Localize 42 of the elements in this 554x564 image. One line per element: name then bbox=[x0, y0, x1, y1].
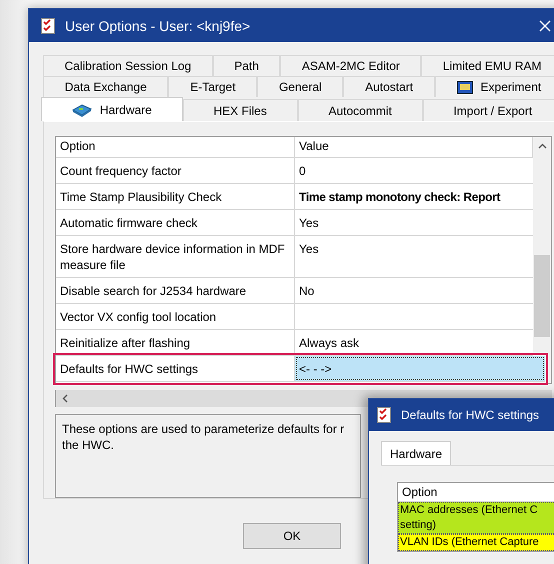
window-title: User Options - User: <knj9fe> bbox=[65, 18, 252, 34]
dialog-title: Defaults for HWC settings bbox=[401, 408, 540, 422]
tab[interactable]: General bbox=[257, 76, 344, 97]
value-cell[interactable]: Yes bbox=[295, 210, 533, 235]
tab[interactable]: ASAM-2MC Editor bbox=[280, 55, 422, 76]
vertical-scrollbar[interactable] bbox=[533, 137, 551, 383]
value-cell[interactable]: Always ask bbox=[295, 330, 533, 355]
option-cell[interactable]: Store hardware device information in MDF measure file bbox=[56, 236, 295, 277]
tab[interactable]: HEX Files bbox=[182, 99, 298, 121]
tab[interactable]: Hardware bbox=[41, 97, 183, 121]
scroll-left-icon[interactable] bbox=[62, 394, 68, 403]
option-cell[interactable]: Vector VX config tool location bbox=[56, 304, 295, 329]
monitor-icon bbox=[456, 80, 473, 94]
tab[interactable]: Import / Export bbox=[422, 99, 554, 121]
description-text: These options are used to parameterize defaults for r the HWC. bbox=[55, 414, 361, 498]
checklist-icon bbox=[41, 18, 55, 34]
tab[interactable]: Path bbox=[212, 55, 280, 76]
option-cell[interactable]: Reinitialize after flashing bbox=[56, 330, 295, 355]
option-cell[interactable]: MAC addresses (Ethernet C setting) bbox=[398, 502, 554, 534]
ok-button[interactable]: OK bbox=[243, 523, 341, 549]
value-cell[interactable]: Time stamp monotony check: Report bbox=[295, 184, 533, 209]
value-cell[interactable]: Yes bbox=[295, 236, 533, 277]
option-cell[interactable]: Time Stamp Plausibility Check bbox=[56, 184, 295, 209]
tab[interactable]: Calibration Session Log bbox=[43, 55, 213, 76]
option-cell[interactable]: Automatic firmware check bbox=[56, 210, 295, 235]
option-cell[interactable]: VLAN IDs (Ethernet Capture bbox=[398, 534, 554, 551]
close-icon[interactable] bbox=[539, 20, 551, 32]
tab[interactable]: Limited EMU RAM bbox=[421, 55, 554, 76]
value-cell[interactable]: <- - -> bbox=[295, 356, 545, 381]
tab[interactable]: Autostart bbox=[343, 76, 435, 97]
option-cell[interactable]: Count frequency factor bbox=[56, 158, 295, 183]
scroll-up-icon[interactable] bbox=[538, 143, 546, 149]
tab[interactable]: Data Exchange bbox=[43, 76, 168, 97]
tab[interactable]: Experiment bbox=[434, 76, 554, 97]
tab[interactable]: Hardware bbox=[381, 441, 452, 465]
tab[interactable]: E-Target bbox=[168, 76, 258, 97]
tab[interactable]: Autocommit bbox=[298, 99, 423, 121]
value-cell[interactable]: No bbox=[295, 278, 533, 303]
option-cell[interactable]: Disable search for J2534 hardware bbox=[56, 278, 295, 303]
value-cell[interactable]: 0 bbox=[295, 158, 533, 183]
checklist-icon bbox=[377, 407, 391, 423]
circuit-board-icon bbox=[72, 102, 92, 116]
